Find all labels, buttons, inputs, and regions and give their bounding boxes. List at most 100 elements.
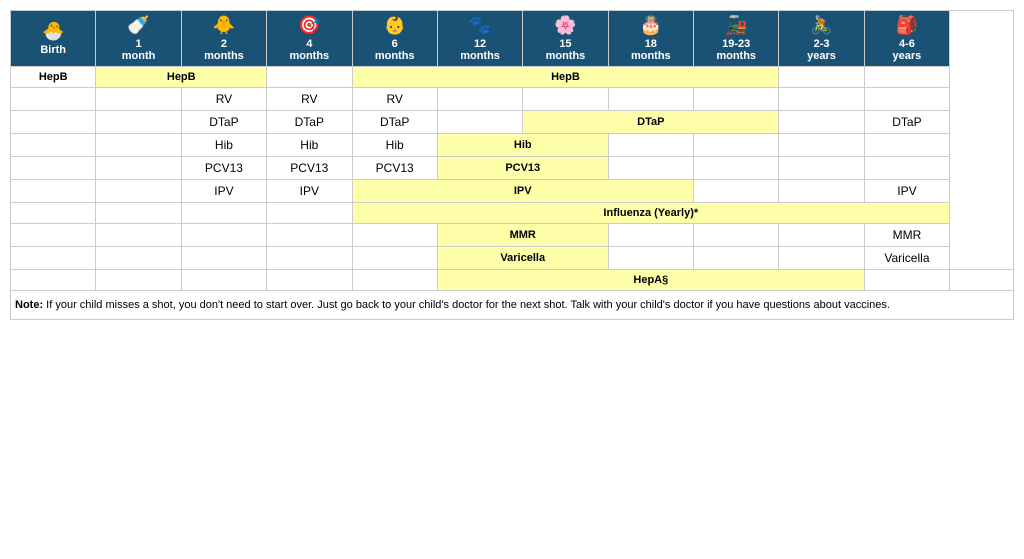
dtap-cell-12m [437, 111, 522, 134]
hepa-cell-2m [181, 270, 266, 291]
header-4-6y: 🎒 4-6years [864, 11, 949, 67]
ipv-row: IPV IPV IPV IPV [11, 180, 1014, 203]
19-23m-icon: 🚂 [696, 15, 776, 36]
header-4m: 🎯 4months [267, 11, 352, 67]
influenza-cell-birth [11, 203, 96, 224]
6m-icon: 👶 [355, 15, 435, 36]
header-19-23m-label: 19-23months [716, 38, 756, 62]
pcv13-cell-1m [96, 157, 181, 180]
ipv-cell-19-23m [694, 180, 779, 203]
varicella-cell-2-3y [779, 247, 864, 270]
4m-icon: 🎯 [269, 15, 349, 36]
header-6m: 👶 6months [352, 11, 437, 67]
header-4-6y-label: 4-6years [893, 38, 922, 62]
influenza-cell-span: Influenza (Yearly)* [352, 203, 950, 224]
ipv-cell-1m [96, 180, 181, 203]
rv-cell-12m [437, 88, 522, 111]
influenza-cell-2m [181, 203, 266, 224]
hib-cell-6m: Hib [352, 134, 437, 157]
varicella-cell-4m [267, 247, 352, 270]
pcv13-cell-2-3y [779, 157, 864, 180]
varicella-cell-6m [352, 247, 437, 270]
mmr-row: MMR MMR [11, 224, 1014, 247]
rv-cell-6m: RV [352, 88, 437, 111]
header-12m-label: 12months [460, 38, 500, 62]
ipv-cell-4-6y: IPV [864, 180, 949, 203]
hepb-cell-6m: HepB [352, 67, 779, 88]
header-birth-label: Birth [40, 44, 66, 56]
header-2m-label: 2months [204, 38, 244, 62]
note-bold-label: Note: [15, 299, 43, 311]
ipv-cell-6m: IPV [352, 180, 694, 203]
header-4m-label: 4months [289, 38, 329, 62]
dtap-cell-4-6y: DTaP [864, 111, 949, 134]
15m-icon: 🌸 [525, 15, 605, 36]
pcv13-cell-12m: PCV13 [437, 157, 608, 180]
header-18m-label: 18months [631, 38, 671, 62]
hepa-cell-12m: HepA§ [437, 270, 864, 291]
pcv13-cell-2m: PCV13 [181, 157, 266, 180]
hepb-cell-4-6y [864, 67, 949, 88]
rv-cell-1m [96, 88, 181, 111]
rv-cell-2m: RV [181, 88, 266, 111]
mmr-cell-12m: MMR [437, 224, 608, 247]
mmr-cell-18m [608, 224, 693, 247]
2-3y-icon: 🚴 [781, 15, 861, 36]
dtap-cell-1m [96, 111, 181, 134]
note-cell: Note: If your child misses a shot, you d… [11, 291, 950, 320]
ipv-cell-2m: IPV [181, 180, 266, 203]
header-2-3y: 🚴 2-3years [779, 11, 864, 67]
header-19-23m: 🚂 19-23months [694, 11, 779, 67]
hepb-row: HepB HepB HepB [11, 67, 1014, 88]
hepa-cell-2-3y [864, 270, 949, 291]
dtap-cell-4m: DTaP [267, 111, 352, 134]
influenza-cell-4m [267, 203, 352, 224]
rv-cell-2-3y [779, 88, 864, 111]
hib-cell-18m [608, 134, 693, 157]
rv-cell-4-6y [864, 88, 949, 111]
mmr-cell-1m [96, 224, 181, 247]
mmr-cell-6m [352, 224, 437, 247]
ipv-cell-2-3y [779, 180, 864, 203]
rv-row: RV RV RV [11, 88, 1014, 111]
hepb-cell-1m: HepB [96, 67, 267, 88]
header-6m-label: 6months [375, 38, 415, 62]
pcv13-cell-4m: PCV13 [267, 157, 352, 180]
header-15m: 🌸 15months [523, 11, 608, 67]
header-row: 🐣 Birth 🍼 1month 🐥 2months 🎯 4months 👶 6… [11, 11, 1014, 67]
varicella-cell-1m [96, 247, 181, 270]
dtap-cell-birth [11, 111, 96, 134]
rv-cell-15m [523, 88, 608, 111]
rv-cell-19-23m [694, 88, 779, 111]
hib-cell-12m: Hib [437, 134, 608, 157]
hib-cell-birth [11, 134, 96, 157]
vaccine-schedule-table: 🐣 Birth 🍼 1month 🐥 2months 🎯 4months 👶 6… [10, 10, 1014, 320]
dtap-cell-6m: DTaP [352, 111, 437, 134]
hib-row: Hib Hib Hib Hib [11, 134, 1014, 157]
hib-cell-4m: Hib [267, 134, 352, 157]
hepa-cell-1m [96, 270, 181, 291]
2m-icon: 🐥 [184, 15, 264, 36]
hib-cell-19-23m [694, 134, 779, 157]
varicella-row: Varicella Varicella [11, 247, 1014, 270]
pcv13-cell-18m [608, 157, 693, 180]
4-6y-icon: 🎒 [867, 15, 947, 36]
dtap-cell-2-3y [779, 111, 864, 134]
18m-icon: 🎂 [611, 15, 691, 36]
1m-icon: 🍼 [98, 15, 178, 36]
header-18m: 🎂 18months [608, 11, 693, 67]
hepa-row: HepA§ [11, 270, 1014, 291]
hib-cell-2-3y [779, 134, 864, 157]
note-text: If your child misses a shot, you don't n… [43, 299, 890, 311]
varicella-cell-4-6y: Varicella [864, 247, 949, 270]
header-1m: 🍼 1month [96, 11, 181, 67]
header-birth: 🐣 Birth [11, 11, 96, 67]
hib-cell-2m: Hib [181, 134, 266, 157]
ipv-cell-4m: IPV [267, 180, 352, 203]
influenza-cell-1m [96, 203, 181, 224]
varicella-cell-12m: Varicella [437, 247, 608, 270]
mmr-cell-birth [11, 224, 96, 247]
birth-icon: 🐣 [13, 21, 93, 42]
hepb-cell-4m [267, 67, 352, 88]
mmr-cell-4m [267, 224, 352, 247]
